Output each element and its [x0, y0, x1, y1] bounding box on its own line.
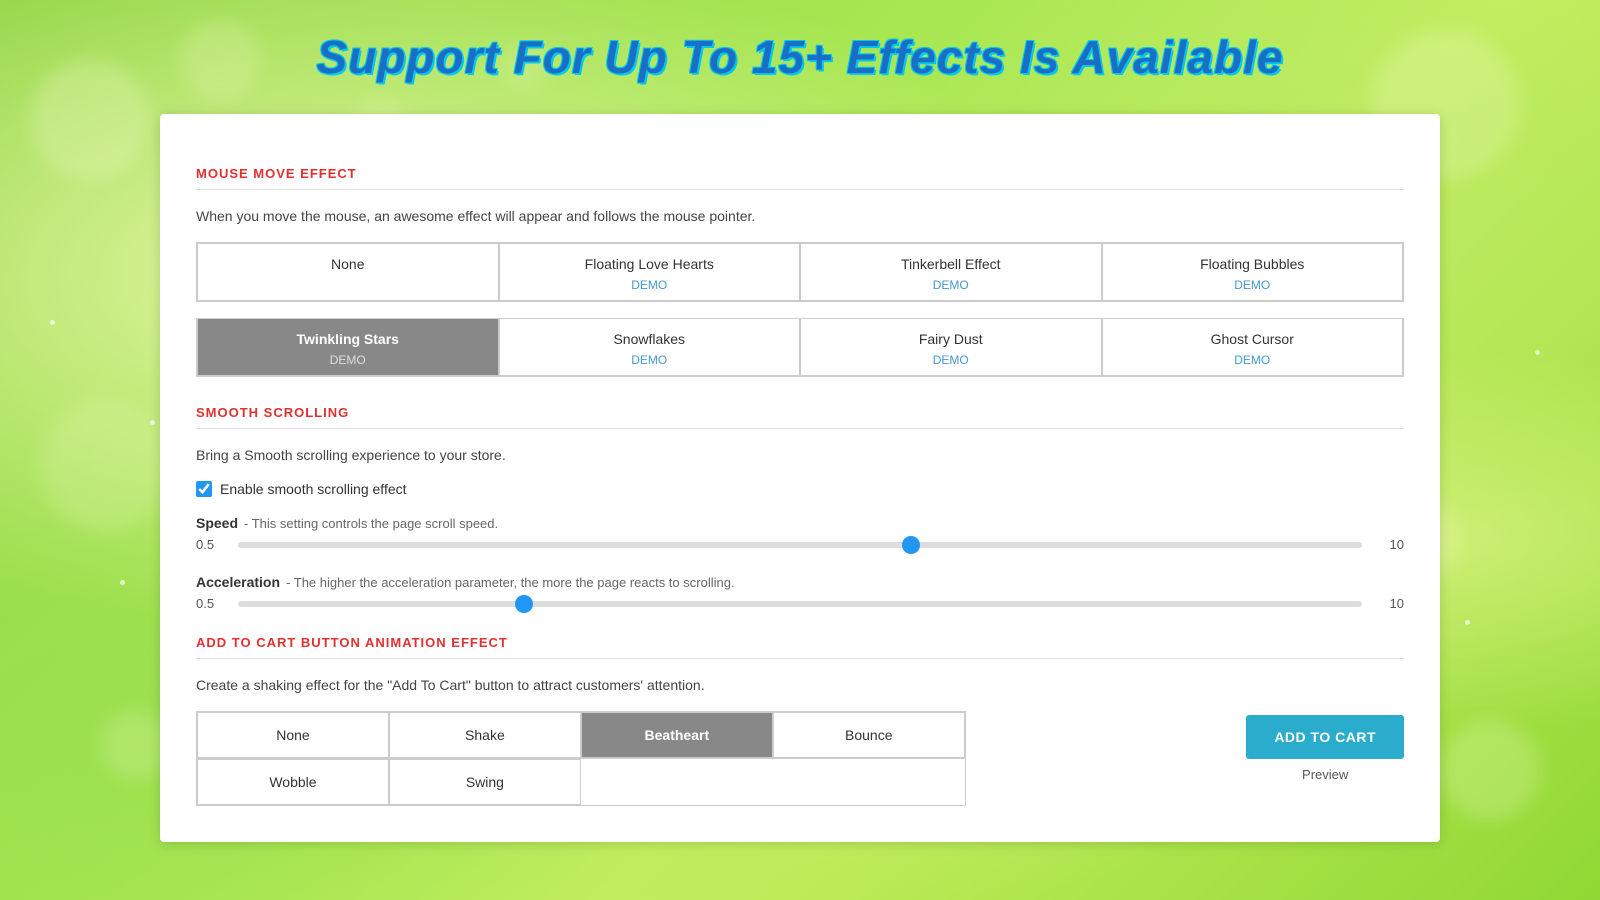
dot-decoration — [50, 320, 55, 325]
effect-floating-bubbles[interactable]: Floating Bubbles DEMO — [1102, 243, 1404, 301]
cart-section: ADD TO CART BUTTON ANIMATION EFFECT Crea… — [196, 635, 1404, 806]
cart-grids: None Shake Beatheart Bounce Wobble Swing — [196, 711, 1222, 806]
dot-decoration — [1465, 620, 1470, 625]
page-title-section: Support For Up To 15+ Effects Is Availab… — [0, 0, 1600, 104]
mouse-move-section: MOUSE MOVE EFFECT When you move the mous… — [196, 166, 1404, 377]
divider — [196, 189, 1404, 190]
mouse-move-title: MOUSE MOVE EFFECT — [196, 166, 1404, 181]
effect-snowflakes[interactable]: Snowflakes DEMO — [499, 318, 801, 376]
cart-effect-beatheart[interactable]: Beatheart — [581, 712, 773, 758]
mouse-effects-row2: Twinkling Stars DEMO Snowflakes DEMO Fai… — [196, 318, 1404, 377]
cart-effect-empty2 — [773, 759, 965, 805]
accel-slider[interactable] — [238, 601, 1362, 607]
smooth-scrolling-desc: Bring a Smooth scrolling experience to y… — [196, 447, 1404, 463]
cart-effects-row1: None Shake Beatheart Bounce — [196, 711, 966, 759]
mouse-move-desc: When you move the mouse, an awesome effe… — [196, 208, 1404, 224]
page-title: Support For Up To 15+ Effects Is Availab… — [0, 30, 1600, 84]
effect-gc-label: Ghost Cursor — [1211, 331, 1294, 347]
cart-effect-bounce[interactable]: Bounce — [773, 712, 965, 758]
accel-desc: - The higher the acceleration parameter,… — [286, 575, 735, 590]
cart-effect-shake[interactable]: Shake — [389, 712, 581, 758]
main-panel: MOUSE MOVE EFFECT When you move the mous… — [160, 114, 1440, 842]
speed-max: 10 — [1374, 537, 1404, 552]
cart-area: None Shake Beatheart Bounce Wobble Swing… — [196, 711, 1404, 806]
effect-fairy-dust[interactable]: Fairy Dust DEMO — [800, 318, 1102, 376]
speed-slider-row: 0.5 10 — [196, 537, 1404, 552]
speed-slider[interactable] — [238, 542, 1362, 548]
effect-flh-demo[interactable]: DEMO — [631, 276, 667, 294]
effect-tinkerbell-demo[interactable]: DEMO — [933, 276, 969, 294]
effect-ghost-cursor[interactable]: Ghost Cursor DEMO — [1102, 318, 1404, 376]
accel-label: Acceleration — [196, 574, 280, 590]
speed-min: 0.5 — [196, 537, 226, 552]
dot-decoration — [1535, 350, 1540, 355]
smooth-scrolling-checkbox-label: Enable smooth scrolling effect — [220, 481, 407, 497]
effect-ts-label: Twinkling Stars — [297, 331, 399, 347]
effect-tinkerbell[interactable]: Tinkerbell Effect DEMO — [800, 243, 1102, 301]
effect-fb-demo[interactable]: DEMO — [1234, 276, 1270, 294]
smooth-scrolling-title: SMOOTH SCROLLING — [196, 405, 1404, 420]
add-to-cart-preview: ADD TO CART Preview — [1246, 711, 1404, 782]
cart-effect-none[interactable]: None — [197, 712, 389, 758]
add-to-cart-button[interactable]: ADD TO CART — [1246, 715, 1404, 759]
effect-none-label: None — [331, 256, 364, 272]
effect-fb-label: Floating Bubbles — [1200, 256, 1304, 272]
effect-tinkerbell-label: Tinkerbell Effect — [901, 256, 1001, 272]
effect-flh-label: Floating Love Hearts — [585, 256, 714, 272]
effect-floating-love-hearts[interactable]: Floating Love Hearts DEMO — [499, 243, 801, 301]
effect-gc-demo[interactable]: DEMO — [1234, 351, 1270, 369]
cart-effects-row2: Wobble Swing — [196, 759, 966, 806]
speed-label-row: Speed - This setting controls the page s… — [196, 515, 1404, 531]
effect-fd-label: Fairy Dust — [919, 331, 983, 347]
effect-ts-demo[interactable]: DEMO — [330, 351, 366, 369]
accel-label-row: Acceleration - The higher the accelerati… — [196, 574, 1404, 590]
accel-slider-group: Acceleration - The higher the accelerati… — [196, 574, 1404, 611]
divider-3 — [196, 658, 1404, 659]
bokeh-circle — [1440, 720, 1540, 820]
preview-label: Preview — [1302, 767, 1348, 782]
effect-none[interactable]: None — [197, 243, 499, 301]
accel-min: 0.5 — [196, 596, 226, 611]
dot-decoration — [120, 580, 125, 585]
accel-slider-row: 0.5 10 — [196, 596, 1404, 611]
speed-slider-group: Speed - This setting controls the page s… — [196, 515, 1404, 552]
accel-max: 10 — [1374, 596, 1404, 611]
effect-fd-demo[interactable]: DEMO — [933, 351, 969, 369]
mouse-effects-row1: None Floating Love Hearts DEMO Tinkerbel… — [196, 242, 1404, 302]
speed-desc: - This setting controls the page scroll … — [244, 516, 498, 531]
speed-label: Speed — [196, 515, 238, 531]
cart-section-desc: Create a shaking effect for the "Add To … — [196, 677, 1404, 693]
smooth-scrolling-section: SMOOTH SCROLLING Bring a Smooth scrollin… — [196, 405, 1404, 611]
dot-decoration — [150, 420, 155, 425]
effect-snow-label: Snowflakes — [613, 331, 685, 347]
cart-section-title: ADD TO CART BUTTON ANIMATION EFFECT — [196, 635, 1404, 650]
cart-effect-wobble[interactable]: Wobble — [197, 759, 389, 805]
divider-2 — [196, 428, 1404, 429]
effect-twinkling-stars[interactable]: Twinkling Stars DEMO — [197, 318, 499, 376]
cart-effect-swing[interactable]: Swing — [389, 759, 581, 805]
smooth-scrolling-checkbox-row: Enable smooth scrolling effect — [196, 481, 1404, 497]
effect-snow-demo[interactable]: DEMO — [631, 351, 667, 369]
smooth-scrolling-checkbox[interactable] — [196, 481, 212, 497]
cart-effect-empty1 — [581, 759, 773, 805]
